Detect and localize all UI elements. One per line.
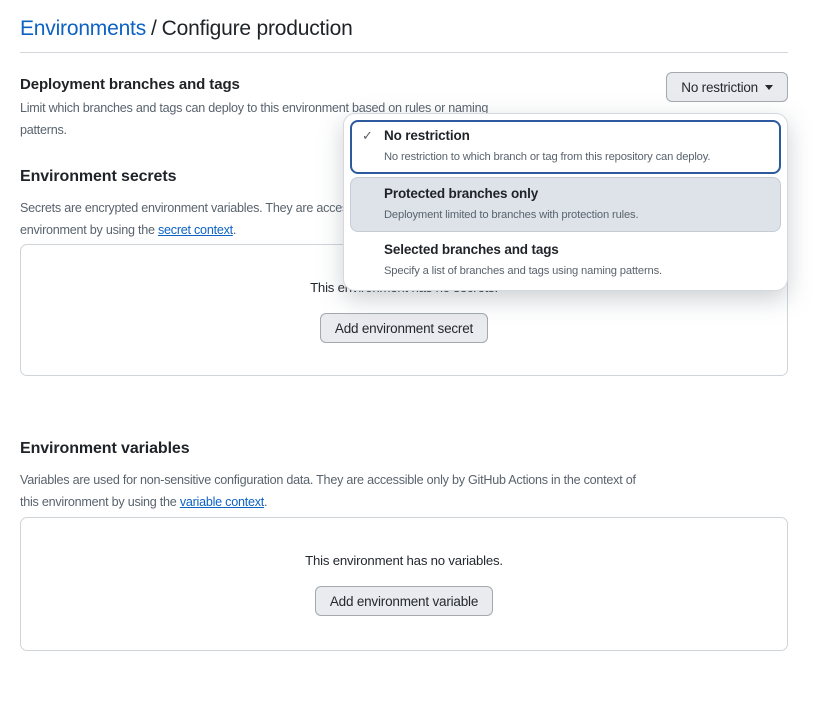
check-icon: ✓ (362, 128, 373, 144)
caret-down-icon (765, 85, 773, 90)
menu-item-protected-branches[interactable]: Protected branches only Deployment limit… (350, 177, 781, 232)
branch-policy-dropdown-menu: ✓ No restriction No restriction to which… (343, 113, 788, 291)
page-title-current: Configure production (162, 17, 353, 40)
secrets-description-period: . (233, 223, 236, 237)
variables-description: Variables are used for non-sensitive con… (20, 470, 788, 513)
add-environment-variable-button[interactable]: Add environment variable (315, 586, 493, 616)
variables-empty-text: This environment has no variables. (305, 552, 503, 569)
header-divider (20, 52, 788, 53)
variables-empty-box: This environment has no variables. Add e… (20, 517, 788, 651)
secret-context-link[interactable]: secret context (158, 223, 233, 237)
deployment-heading: Deployment branches and tags (20, 75, 488, 94)
page-title: Environments/Configure production (20, 15, 788, 42)
menu-item-description: No restriction to which branch or tag fr… (384, 149, 773, 166)
menu-item-title: Protected branches only (384, 184, 773, 204)
title-separator: / (151, 17, 157, 40)
branch-policy-dropdown-button[interactable]: No restriction (666, 72, 788, 102)
variables-heading: Environment variables (20, 439, 788, 459)
main-content: Environments/Configure production Deploy… (20, 0, 788, 651)
branch-policy-button-label: No restriction (681, 80, 758, 95)
variables-description-text: Variables are used for non-sensitive con… (20, 473, 636, 509)
menu-item-title: Selected branches and tags (384, 240, 773, 260)
variable-context-link[interactable]: variable context (180, 495, 264, 509)
menu-item-title: No restriction (384, 126, 773, 146)
variables-description-period: . (264, 495, 267, 509)
menu-item-selected-branches[interactable]: Selected branches and tags Specify a lis… (350, 234, 781, 287)
environments-link[interactable]: Environments (20, 17, 146, 40)
menu-item-no-restriction[interactable]: ✓ No restriction No restriction to which… (350, 120, 781, 174)
menu-item-description: Specify a list of branches and tags usin… (384, 263, 773, 280)
add-environment-secret-button[interactable]: Add environment secret (320, 313, 488, 343)
menu-item-description: Deployment limited to branches with prot… (384, 207, 773, 224)
